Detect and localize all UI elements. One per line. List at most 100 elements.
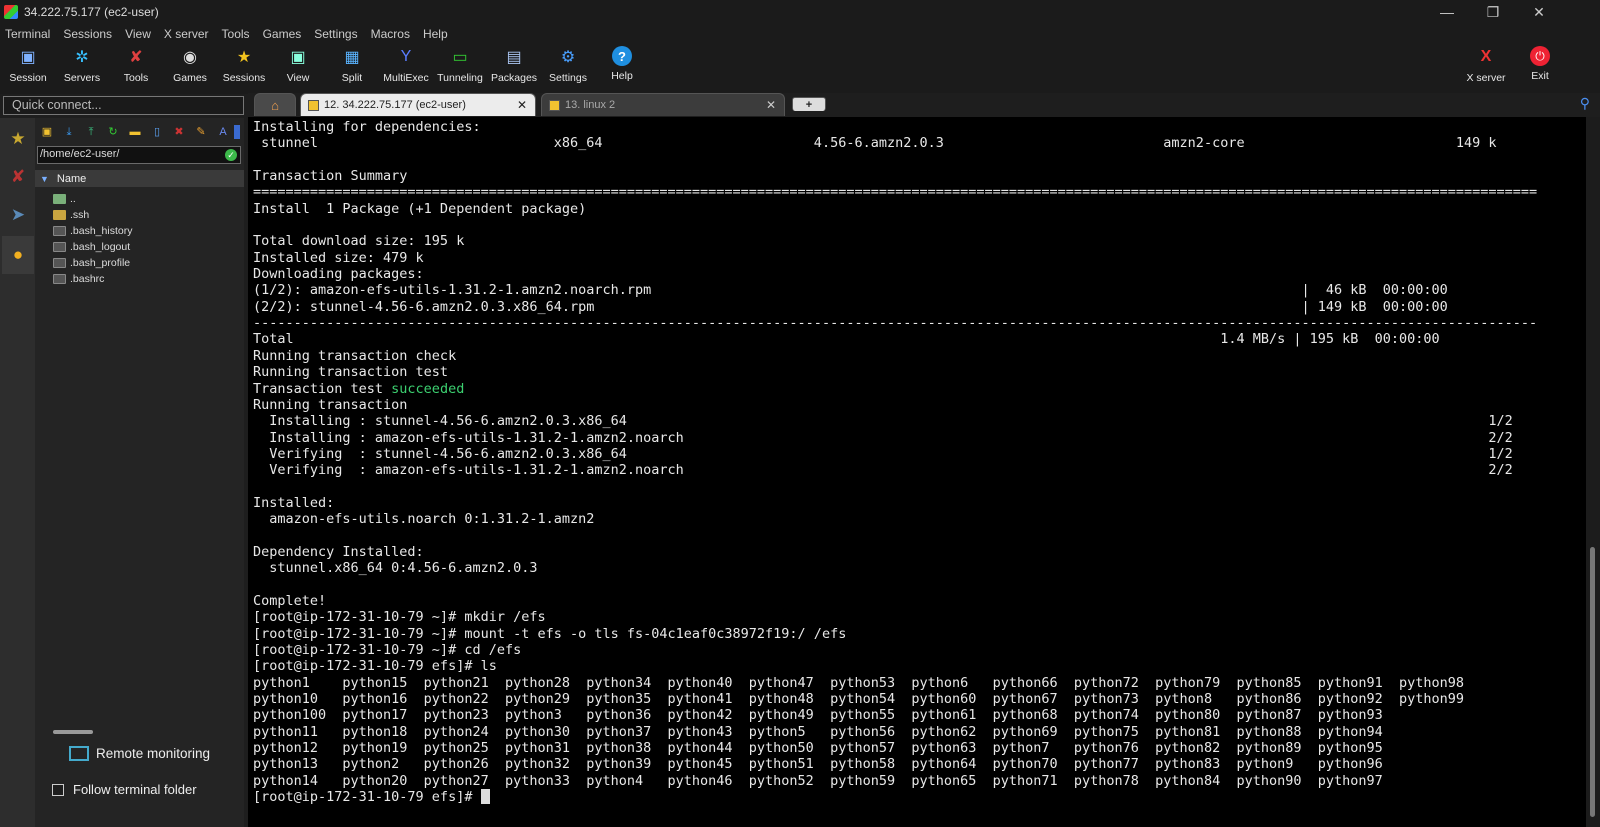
close-window-button[interactable]: ✕ (1516, 0, 1562, 24)
session-button[interactable]: ▣ Session (0, 46, 56, 90)
menu-macros[interactable]: Macros (371, 27, 410, 41)
folder-up-icon[interactable]: ▣ (40, 125, 54, 139)
new-tab-button[interactable]: + (792, 97, 826, 111)
terminal-line: stunnel.x86_64 0:4.56-6.amzn2.0.3 (253, 560, 538, 577)
scrollbar-thumb[interactable] (1590, 547, 1595, 817)
permissions-icon[interactable]: ✎ (194, 125, 208, 139)
title-bar: 34.222.75.177 (ec2-user) — ❐ ✕ (0, 0, 1600, 24)
terminal-area[interactable]: Installing for dependencies: stunnel x86… (248, 117, 1586, 827)
terminal-line: Installing for dependencies: (253, 119, 481, 135)
home-tab[interactable]: ⌂ (254, 93, 296, 116)
sftp-icon[interactable]: ● (2, 236, 34, 274)
menu-sessions[interactable]: Sessions (63, 27, 112, 41)
toolbar: ▣ Session ✲ Servers ✘ Tools ◉ Games ★ Session… (0, 44, 1600, 94)
upload-icon[interactable]: ⤒ (84, 125, 98, 139)
multiexec-button[interactable]: Y MultiExec (378, 46, 434, 90)
terminal-line: (2/2): stunnel-4.56-6.amzn2.0.3.x86_64.r… (253, 298, 1448, 315)
file-browser-panel: ▣ ⤓ ⤒ ↻ ▬ ▯ ✖ ✎ A /home/ec2-user/ ✓ ▼ Nam… (35, 118, 244, 827)
help-button[interactable]: ? Help (594, 46, 650, 90)
xserver-button[interactable]: XX server (1458, 46, 1514, 90)
split-icon: ▦ (344, 49, 360, 66)
menu-terminal[interactable]: Terminal (5, 27, 50, 41)
settings-button[interactable]: ⚙ Settings (540, 46, 596, 90)
terminal-line: Verifying : amazon-efs-utils-1.31.2-1.am… (253, 462, 1513, 479)
terminal-line: python13 python2 python26 python32 pytho… (253, 756, 1383, 773)
terminal-line: [root@ip-172-31-10-79 efs]# (253, 789, 1537, 805)
terminal-line: [root@ip-172-31-10-79 efs]# ls (253, 658, 497, 675)
tunneling-button[interactable]: ▭ Tunneling (432, 46, 488, 90)
attach-icon[interactable]: ⚲ (1580, 95, 1590, 112)
menu-help[interactable]: Help (423, 27, 448, 41)
checkbox[interactable] (52, 783, 64, 796)
tools-button[interactable]: ✘ Tools (108, 46, 164, 90)
close-tab-icon[interactable]: ✕ (766, 98, 776, 112)
menu-settings[interactable]: Settings (314, 27, 357, 41)
exit-button[interactable]: ⏻ Exit (1512, 46, 1568, 90)
terminal-line: Complete! (253, 592, 327, 609)
menu-games[interactable]: Games (263, 27, 302, 41)
delete-icon[interactable]: ✖ (172, 125, 186, 139)
download-icon[interactable]: ⤓ (62, 125, 76, 139)
menu-view[interactable]: View (125, 27, 151, 41)
terminal-scrollbar[interactable] (1586, 117, 1600, 827)
tools-icon: ✘ (129, 49, 143, 66)
tab-session-12[interactable]: 12. 34.222.75.177 (ec2-user) ✕ (300, 93, 536, 116)
file-icon (53, 258, 66, 268)
split-button[interactable]: ▦ Split (324, 46, 380, 90)
menu-bar: Terminal Sessions View X server Tools Ga… (0, 24, 1600, 44)
games-button[interactable]: ◉ Games (162, 46, 218, 90)
session-icon: ▣ (20, 49, 36, 66)
help-icon: ? (612, 46, 632, 66)
close-tab-icon[interactable]: ✕ (517, 98, 527, 112)
path-text: /home/ec2-user/ (40, 148, 120, 160)
scroll-toolbar-icon[interactable] (234, 125, 240, 139)
send-icon[interactable]: ➤ (2, 196, 34, 234)
menu-tools[interactable]: Tools (222, 27, 250, 41)
terminal-line: Installed: (253, 494, 335, 511)
view-icon: ▣ (290, 49, 306, 66)
terminal-line: [root@ip-172-31-10-79 ~]# cd /efs (253, 642, 522, 658)
checkmark-icon[interactable]: ✓ (225, 149, 237, 161)
servers-button[interactable]: ✲ Servers (54, 46, 110, 90)
tools-sidebar-icon[interactable]: ✘ (2, 158, 34, 196)
remote-monitoring-button[interactable]: Remote monitoring (69, 746, 210, 761)
terminal-cursor (480, 789, 490, 805)
sessions-button[interactable]: ★ Sessions (216, 46, 272, 90)
terminal-line: python100 python17 python23 python3 pyth… (253, 707, 1383, 724)
view-button[interactable]: ▣ View (270, 46, 326, 90)
succeeded-text: succeeded (391, 380, 465, 397)
packages-button[interactable]: ▤ Packages (486, 46, 542, 90)
refresh-icon[interactable]: ↻ (106, 125, 120, 139)
terminal-line: [root@ip-172-31-10-79 ~]# mkdir /efs (253, 609, 546, 626)
minimize-button[interactable]: — (1424, 0, 1470, 24)
restore-button[interactable]: ❐ (1470, 0, 1516, 24)
text-icon[interactable]: A (216, 125, 230, 139)
power-icon: ⏻ (1530, 46, 1550, 66)
new-file-icon[interactable]: ▯ (150, 125, 164, 139)
menu-xserver[interactable]: X server (164, 27, 209, 41)
tab-session-13[interactable]: 13. linux 2 ✕ (541, 93, 785, 116)
path-field[interactable]: /home/ec2-user/ ✓ (37, 146, 241, 164)
panel-splitter[interactable] (53, 730, 93, 734)
favorites-star-icon[interactable]: ★ (2, 120, 34, 158)
list-item[interactable]: .. (53, 191, 76, 207)
left-vertical-sidebar: ★ ✘ ➤ ● (0, 118, 35, 827)
terminal-tab-icon (308, 99, 319, 111)
follow-terminal-folder-checkbox[interactable]: Follow terminal folder (52, 782, 197, 797)
packages-icon: ▤ (506, 49, 522, 66)
new-folder-icon[interactable]: ▬ (128, 125, 142, 139)
list-item[interactable]: .bashrc (53, 271, 104, 287)
terminal-line: python14 python20 python27 python33 pyth… (253, 772, 1383, 789)
list-item[interactable]: .bash_profile (53, 255, 130, 271)
quick-connect-input[interactable]: Quick connect... (3, 96, 244, 115)
terminal-line: Running transaction (253, 396, 408, 413)
name-column-header[interactable]: ▼ Name (35, 170, 244, 187)
list-item[interactable]: .bash_history (53, 223, 132, 239)
list-item[interactable]: .ssh (53, 207, 89, 223)
star-icon: ★ (236, 49, 252, 66)
file-icon (53, 274, 66, 284)
terminal-line: ========================================… (253, 184, 1538, 201)
list-item[interactable]: .bash_logout (53, 239, 130, 255)
terminal-line: (1/2): amazon-efs-utils-1.31.2-1.amzn2.n… (253, 282, 1448, 299)
